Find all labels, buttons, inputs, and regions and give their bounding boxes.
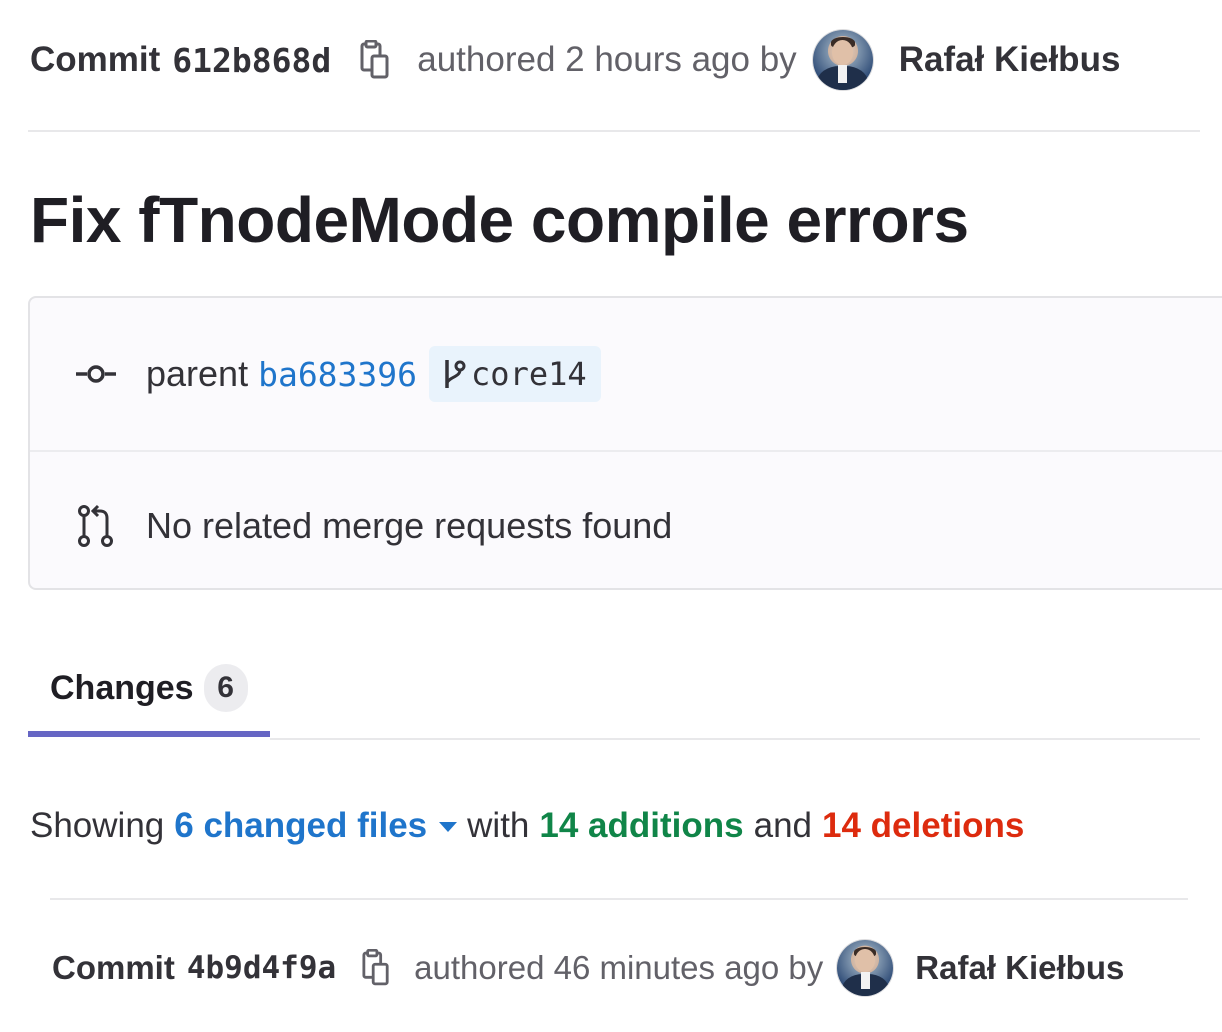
- changed-files-dropdown[interactable]: 6 changed files: [174, 806, 458, 846]
- next-commit-label: Commit: [52, 949, 175, 986]
- tab-changes-label: Changes: [50, 668, 194, 707]
- changed-files-label: 6 changed files: [174, 806, 428, 845]
- copy-icon: [362, 949, 389, 986]
- author-avatar[interactable]: [812, 30, 873, 90]
- header-divider: [28, 130, 1200, 132]
- branch-badge[interactable]: core14: [429, 346, 601, 402]
- commit-node-icon: [74, 364, 118, 384]
- additions-count: 14 additions: [539, 806, 744, 845]
- summary-divider: [50, 898, 1188, 900]
- author-name[interactable]: Rafał Kiełbus: [899, 40, 1121, 80]
- next-authored-text: authored 46 minutes ago by: [414, 949, 824, 986]
- changes-count-badge: 6: [203, 664, 248, 712]
- merge-request-icon: [76, 504, 116, 548]
- tabs-divider: [270, 738, 1200, 740]
- next-commit-header: Commit 4b9d4f9a authored 46 minutes ago …: [52, 940, 1124, 996]
- next-author-name[interactable]: Rafał Kiełbus: [915, 949, 1124, 987]
- branch-icon: [445, 360, 466, 388]
- copy-icon: [360, 40, 389, 79]
- next-commit-sha: 4b9d4f9a: [186, 950, 337, 986]
- with-text: with: [467, 806, 530, 845]
- active-tab-indicator: [28, 731, 270, 737]
- copy-sha-button[interactable]: [355, 38, 395, 82]
- next-copy-sha-button[interactable]: [358, 948, 394, 988]
- and-text: and: [753, 806, 813, 845]
- commit-header: Commit 612b868d authored 2 hours ago by …: [30, 30, 1120, 90]
- merge-requests-text: No related merge requests found: [146, 505, 673, 546]
- commit-info-box: parent ba683396 core14 No related merge …: [28, 296, 1222, 590]
- chevron-down-icon: [439, 822, 458, 832]
- next-author-avatar[interactable]: [837, 940, 894, 996]
- showing-text: Showing: [30, 806, 165, 845]
- tab-changes[interactable]: Changes 6: [28, 640, 270, 736]
- authored-text: authored 2 hours ago by: [417, 40, 797, 79]
- branch-name: core14: [471, 355, 587, 393]
- merge-requests-row: No related merge requests found: [30, 494, 1222, 558]
- commit-sha: 612b868d: [172, 40, 332, 80]
- commit-title: Fix fTnodeMode compile errors: [30, 184, 969, 256]
- deletions-count: 14 deletions: [822, 806, 1025, 845]
- diff-summary: Showing 6 changed files with 14 addition…: [30, 806, 1024, 846]
- parent-sha-link[interactable]: ba683396: [258, 355, 417, 394]
- commit-label: Commit: [30, 40, 161, 79]
- info-separator: [30, 450, 1222, 452]
- parent-row: parent ba683396 core14: [30, 342, 1222, 406]
- parent-label: parent: [146, 353, 249, 394]
